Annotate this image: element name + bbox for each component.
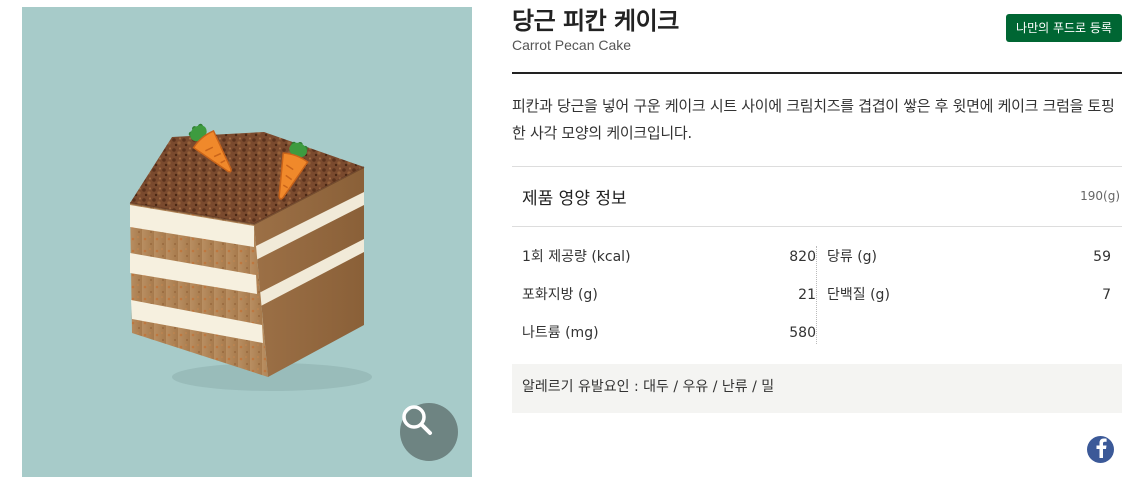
nutrition-value: 21 (798, 287, 816, 303)
add-my-food-button[interactable]: 나만의 푸드로 등록 (1006, 14, 1122, 42)
product-image (22, 7, 472, 477)
nutrition-label: 나트륨 (mg) (522, 325, 599, 341)
product-english-name: Carrot Pecan Cake (512, 37, 632, 53)
nutrition-top-divider (512, 166, 1122, 167)
nutrition-label: 당류 (g) (827, 249, 878, 265)
nutrition-column-divider (816, 246, 817, 344)
nutrition-header-divider (512, 226, 1122, 227)
nutrition-label: 포화지방 (g) (522, 287, 598, 303)
nutrition-value: 580 (789, 325, 816, 341)
nutrition-right-column: 당류 (g) 59 단백질 (g) 7 (827, 237, 1111, 313)
facebook-share-button[interactable] (1087, 436, 1114, 463)
product-description: 피칸과 당근을 넣어 구운 케이크 시트 사이에 크림치즈를 겹겹이 쌓은 후 … (512, 97, 1115, 142)
nutrition-value: 59 (1093, 249, 1111, 265)
facebook-icon (1094, 438, 1108, 462)
nutrition-row-protein: 단백질 (g) 7 (827, 275, 1111, 313)
nutrition-left-column: 1회 제공량 (kcal) 820 포화지방 (g) 21 나트륨 (mg) 5… (522, 237, 816, 351)
nutrition-label: 단백질 (g) (827, 287, 890, 303)
product-info: 당근 피칸 케이크 Carrot Pecan Cake 나만의 푸드로 등록 피… (512, 0, 1122, 481)
nutrition-row-sugar: 당류 (g) 59 (827, 237, 1111, 275)
nutrition-row-sodium: 나트륨 (mg) 580 (522, 313, 816, 351)
nutrition-row-kcal: 1회 제공량 (kcal) 820 (522, 237, 816, 275)
nutrition-title: 제품 영양 정보 (522, 189, 627, 209)
zoom-button[interactable] (400, 403, 458, 461)
serving-size: 190(g) (1080, 189, 1120, 203)
title-divider (512, 72, 1122, 74)
allergy-info: 알레르기 유발요인 : 대두 / 우유 / 난류 / 밀 (512, 364, 1122, 413)
nutrition-value: 820 (789, 249, 816, 265)
nutrition-label: 1회 제공량 (kcal) (522, 249, 631, 265)
nutrition-row-saturated-fat: 포화지방 (g) 21 (522, 275, 816, 313)
nutrition-value: 7 (1102, 287, 1111, 303)
product-title: 당근 피칸 케이크 (512, 7, 679, 35)
